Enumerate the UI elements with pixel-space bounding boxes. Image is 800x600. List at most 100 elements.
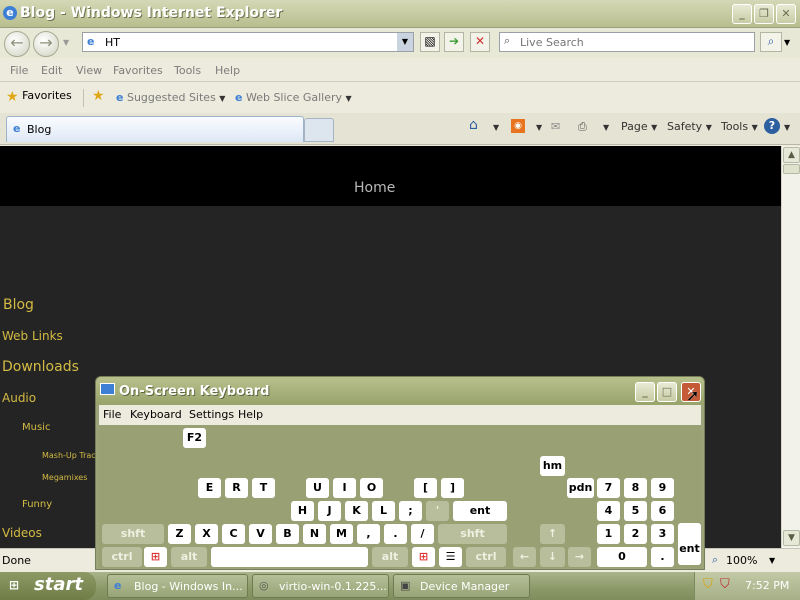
key-space[interactable]: [211, 547, 368, 567]
menu-edit[interactable]: Edit: [41, 64, 62, 77]
key-l[interactable]: L: [372, 501, 395, 521]
zoom-dropdown-icon[interactable]: ▼: [769, 556, 775, 565]
osk-menu-settings[interactable]: Settings: [189, 408, 234, 421]
menu-tools[interactable]: Tools: [174, 64, 201, 77]
key-menu[interactable]: ☰: [439, 547, 462, 567]
forward-button[interactable]: →: [33, 31, 59, 57]
taskbar-item-blog[interactable]: e Blog - Windows In...: [107, 574, 248, 598]
osk-menu-file[interactable]: File: [103, 408, 121, 421]
taskbar-item-device-manager[interactable]: ▣ Device Manager: [393, 574, 530, 598]
osk-menu-keyboard[interactable]: Keyboard: [130, 408, 182, 421]
sidebar-link-music[interactable]: Music: [22, 422, 50, 433]
key-o[interactable]: O: [360, 478, 383, 498]
web-slice-gallery-link[interactable]: e Web Slice Gallery ▼: [235, 91, 352, 104]
vertical-scrollbar[interactable]: ▲ ▼: [781, 146, 800, 548]
key-z[interactable]: Z: [168, 524, 191, 544]
key-num-7[interactable]: 7: [597, 478, 620, 498]
menu-file[interactable]: File: [10, 64, 28, 77]
feeds-dropdown-icon[interactable]: ▼: [536, 123, 542, 132]
home-dropdown-icon[interactable]: ▼: [493, 123, 499, 132]
security-alert-icon[interactable]: ⛉: [720, 577, 730, 592]
key-enter[interactable]: ent: [453, 501, 507, 521]
osk-maximize-button[interactable]: □: [657, 382, 677, 402]
key-m[interactable]: M: [330, 524, 353, 544]
help-icon[interactable]: ?: [764, 118, 780, 134]
key-n[interactable]: N: [303, 524, 326, 544]
nav-home-link[interactable]: Home: [354, 180, 395, 196]
key-k[interactable]: K: [345, 501, 368, 521]
key-up-arrow[interactable]: ↑: [540, 524, 565, 544]
print-icon[interactable]: ⎙: [578, 120, 587, 134]
key-left-windows[interactable]: ⊞: [144, 547, 167, 567]
scroll-thumb[interactable]: [783, 164, 800, 174]
key-num-3[interactable]: 3: [651, 524, 674, 544]
tab-blog[interactable]: e Blog: [6, 116, 304, 142]
print-dropdown-icon[interactable]: ▼: [603, 123, 609, 132]
minimize-button[interactable]: _: [732, 4, 752, 24]
suggested-sites-link[interactable]: e Suggested Sites ▼: [116, 91, 225, 104]
home-icon[interactable]: ⌂: [469, 117, 478, 133]
key-down-arrow[interactable]: ↓: [540, 547, 565, 567]
help-dropdown-icon[interactable]: ▼: [784, 123, 790, 132]
key-num-8[interactable]: 8: [624, 478, 647, 498]
shield-icon[interactable]: ⛉: [703, 577, 713, 592]
key-c[interactable]: C: [222, 524, 245, 544]
key-right-arrow[interactable]: →: [568, 547, 591, 567]
key-b[interactable]: B: [276, 524, 299, 544]
key-t[interactable]: T: [252, 478, 275, 498]
recent-pages-dropdown[interactable]: ▼: [63, 38, 69, 47]
key-r[interactable]: R: [225, 478, 248, 498]
tools-menu[interactable]: Tools ▼: [721, 120, 758, 133]
read-mail-icon[interactable]: ✉: [551, 120, 560, 133]
key-right-windows[interactable]: ⊞: [412, 547, 435, 567]
key-num-6[interactable]: 6: [651, 501, 674, 521]
sidebar-link-funny[interactable]: Funny: [22, 499, 52, 510]
key-i[interactable]: I: [333, 478, 356, 498]
sidebar-link-web-links[interactable]: Web Links: [2, 329, 63, 343]
taskbar-item-virtio[interactable]: ◎ virtio-win-0.1.225...: [252, 574, 389, 598]
key-j[interactable]: J: [318, 501, 341, 521]
key-num-4[interactable]: 4: [597, 501, 620, 521]
favorites-button[interactable]: ★ Favorites: [6, 89, 72, 105]
menu-favorites[interactable]: Favorites: [113, 64, 163, 77]
zoom-level[interactable]: 100%: [726, 554, 757, 567]
key-semicolon[interactable]: ;: [399, 501, 422, 521]
go-button[interactable]: ➔: [444, 32, 464, 52]
start-button[interactable]: ⊞ start: [0, 572, 96, 600]
key-right-alt[interactable]: alt: [372, 547, 408, 567]
key-u[interactable]: U: [306, 478, 329, 498]
key-right-bracket[interactable]: ]: [441, 478, 464, 498]
scroll-down-button[interactable]: ▼: [783, 530, 800, 546]
key-num-enter[interactable]: ent: [678, 523, 701, 565]
add-to-favorites-icon[interactable]: ★: [92, 88, 105, 104]
key-left-alt[interactable]: alt: [171, 547, 207, 567]
key-v[interactable]: V: [249, 524, 272, 544]
menu-view[interactable]: View: [76, 64, 102, 77]
osk-menu-help[interactable]: Help: [238, 408, 263, 421]
sidebar-link-megamixes[interactable]: Megamixes: [42, 473, 87, 482]
key-home[interactable]: hm: [540, 456, 565, 476]
search-button[interactable]: ⌕: [760, 32, 782, 52]
stop-button[interactable]: ✕: [470, 32, 490, 52]
key-left-ctrl[interactable]: ctrl: [102, 547, 142, 567]
key-f2[interactable]: F2: [183, 428, 206, 448]
sidebar-link-downloads[interactable]: Downloads: [2, 359, 79, 375]
new-tab-button[interactable]: [304, 118, 334, 142]
key-left-bracket[interactable]: [: [414, 478, 437, 498]
key-num-2[interactable]: 2: [624, 524, 647, 544]
search-input[interactable]: [520, 34, 740, 50]
key-left-arrow[interactable]: ←: [513, 547, 536, 567]
key-left-shift[interactable]: shft: [102, 524, 164, 544]
key-right-shift[interactable]: shft: [438, 524, 507, 544]
key-period[interactable]: .: [384, 524, 407, 544]
maximize-button[interactable]: ❐: [754, 4, 774, 24]
address-dropdown-button[interactable]: ▼: [397, 33, 413, 51]
safety-menu[interactable]: Safety ▼: [667, 120, 712, 133]
sidebar-link-blog[interactable]: Blog: [3, 297, 34, 313]
key-num-9[interactable]: 9: [651, 478, 674, 498]
osk-minimize-button[interactable]: _: [635, 382, 655, 402]
close-button[interactable]: ✕: [776, 4, 796, 24]
key-x[interactable]: X: [195, 524, 218, 544]
key-num-decimal[interactable]: .: [651, 547, 674, 567]
key-comma[interactable]: ,: [357, 524, 380, 544]
